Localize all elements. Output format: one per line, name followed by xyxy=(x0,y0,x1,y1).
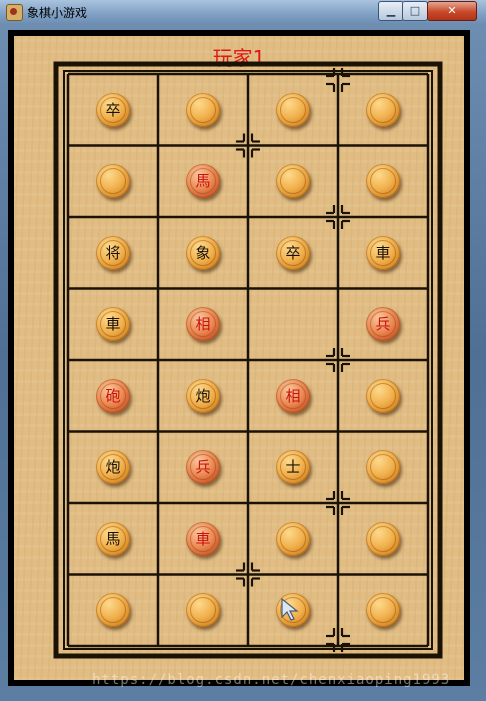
piece-label xyxy=(366,450,400,484)
watermark-text: https://blog.csdn.net/chenxiaoping1993 xyxy=(92,672,451,688)
face-down-chess-piece[interactable] xyxy=(186,92,220,127)
face-down-chess-piece[interactable] xyxy=(276,521,310,556)
chess-app-icon xyxy=(6,4,23,21)
chess-piece[interactable]: 車 xyxy=(96,307,130,342)
chess-piece[interactable]: 車 xyxy=(186,521,220,556)
piece-label: 炮 xyxy=(105,458,121,477)
chess-piece[interactable]: 兵 xyxy=(366,307,400,342)
piece-label xyxy=(276,164,310,198)
piece-label xyxy=(186,593,220,627)
chess-piece[interactable]: 象 xyxy=(186,235,220,270)
piece-label: 卒 xyxy=(105,100,121,119)
piece-label: 馬 xyxy=(105,529,121,548)
piece-label: 馬 xyxy=(195,172,211,191)
chess-piece[interactable]: 馬 xyxy=(96,521,130,556)
game-client-area: 玩家1 卒馬将象卒車車相兵砲炮相炮兵士馬車 xyxy=(8,30,470,686)
piece-label: 士 xyxy=(285,458,301,477)
mouse-cursor-icon xyxy=(281,598,299,621)
maximize-button[interactable]: □ xyxy=(402,1,428,21)
piece-label: 車 xyxy=(375,243,391,262)
close-button[interactable]: ✕ xyxy=(427,1,477,21)
face-down-chess-piece[interactable] xyxy=(96,164,130,199)
piece-label xyxy=(186,93,220,127)
piece-label xyxy=(96,593,130,627)
face-down-chess-piece[interactable] xyxy=(96,593,130,628)
piece-label: 象 xyxy=(195,243,211,262)
piece-label xyxy=(96,164,130,198)
piece-label xyxy=(366,522,400,556)
face-down-chess-piece[interactable] xyxy=(366,521,400,556)
minimize-button[interactable]: ▁ xyxy=(378,1,404,21)
chess-piece[interactable]: 将 xyxy=(96,235,130,270)
chess-piece[interactable]: 砲 xyxy=(96,378,130,413)
face-down-chess-piece[interactable] xyxy=(276,92,310,127)
face-down-chess-piece[interactable] xyxy=(366,164,400,199)
piece-label: 相 xyxy=(285,386,301,405)
piece-label: 卒 xyxy=(285,243,301,262)
chess-piece[interactable]: 相 xyxy=(186,307,220,342)
face-down-chess-piece[interactable] xyxy=(366,92,400,127)
chess-piece[interactable]: 馬 xyxy=(186,164,220,199)
piece-label: 兵 xyxy=(195,458,211,477)
chess-piece[interactable]: 卒 xyxy=(276,235,310,270)
piece-label: 車 xyxy=(105,315,121,334)
piece-label: 相 xyxy=(195,315,211,334)
chess-piece[interactable]: 兵 xyxy=(186,450,220,485)
title-bar[interactable]: 象棋小游戏 ▁ □ ✕ xyxy=(0,0,486,24)
face-down-chess-piece[interactable] xyxy=(276,164,310,199)
piece-label xyxy=(366,93,400,127)
piece-label xyxy=(366,379,400,413)
face-down-chess-piece[interactable] xyxy=(366,450,400,485)
piece-label: 兵 xyxy=(375,315,391,334)
window-title: 象棋小游戏 xyxy=(27,6,88,20)
chess-piece[interactable]: 車 xyxy=(366,235,400,270)
piece-label xyxy=(276,93,310,127)
piece-label: 炮 xyxy=(195,386,211,405)
face-down-chess-piece[interactable] xyxy=(366,593,400,628)
piece-label xyxy=(366,593,400,627)
board-grid xyxy=(53,61,443,659)
piece-label: 車 xyxy=(195,529,211,548)
chess-board[interactable]: 玩家1 卒馬将象卒車車相兵砲炮相炮兵士馬車 xyxy=(14,36,464,680)
piece-label: 将 xyxy=(105,243,121,262)
chess-piece[interactable]: 炮 xyxy=(96,450,130,485)
piece-label xyxy=(276,522,310,556)
chess-piece[interactable]: 相 xyxy=(276,378,310,413)
chess-piece[interactable]: 卒 xyxy=(96,92,130,127)
app-window: 象棋小游戏 ▁ □ ✕ 玩家1 卒馬将象卒車車相兵砲炮相炮兵士馬車 https:… xyxy=(0,0,486,701)
face-down-chess-piece[interactable] xyxy=(186,593,220,628)
face-down-chess-piece[interactable] xyxy=(366,378,400,413)
chess-piece[interactable]: 炮 xyxy=(186,378,220,413)
piece-label xyxy=(366,164,400,198)
piece-label: 砲 xyxy=(105,386,121,405)
chess-piece[interactable]: 士 xyxy=(276,450,310,485)
